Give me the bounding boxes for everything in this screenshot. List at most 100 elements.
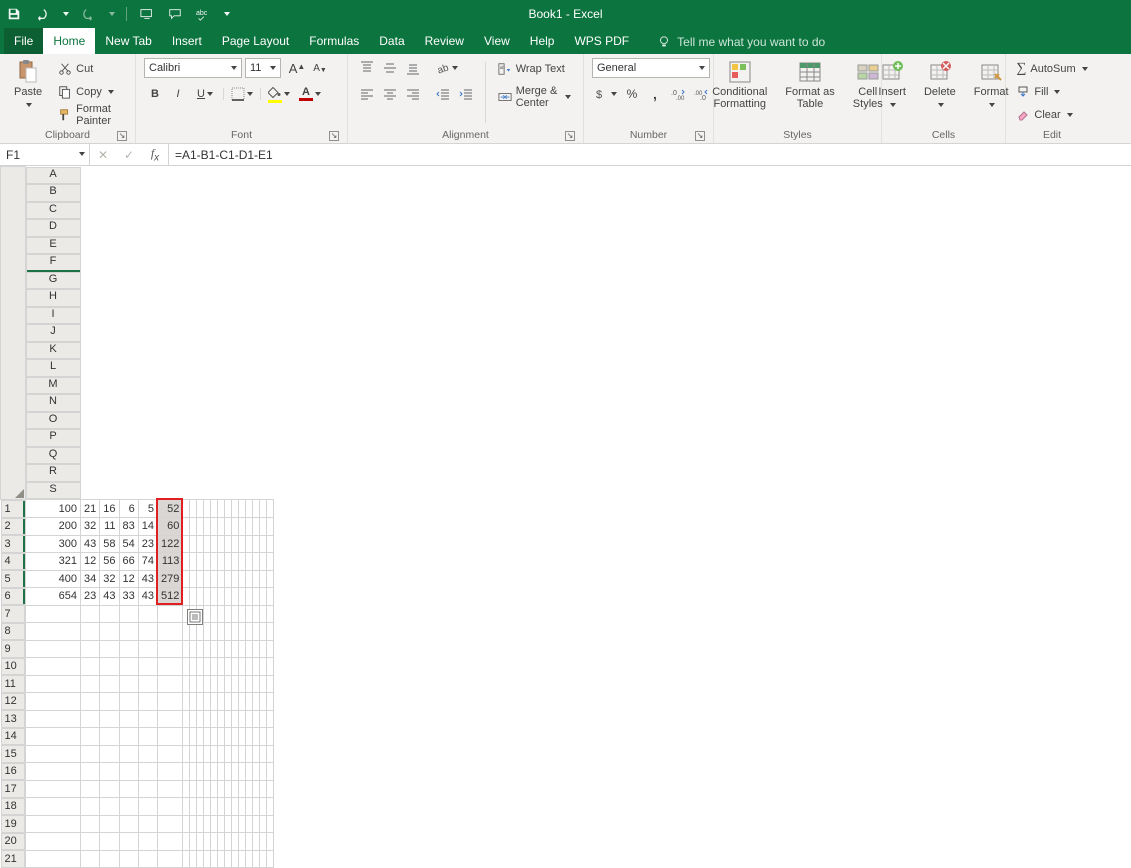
tab-review[interactable]: Review: [415, 28, 474, 54]
align-bottom-button[interactable]: [402, 58, 424, 78]
column-header-E[interactable]: E: [26, 237, 81, 255]
cell-P16[interactable]: [246, 763, 253, 781]
cell-L6[interactable]: [218, 588, 225, 606]
cell-H2[interactable]: [190, 518, 197, 536]
cell-R17[interactable]: [260, 780, 267, 798]
cell-B3[interactable]: 43: [81, 535, 100, 553]
cell-G17[interactable]: [183, 780, 190, 798]
cell-B5[interactable]: 34: [81, 570, 100, 588]
cell-E21[interactable]: [138, 850, 157, 868]
cell-F19[interactable]: [158, 815, 183, 833]
cell-J1[interactable]: [204, 500, 211, 518]
cell-A5[interactable]: 400: [25, 570, 81, 588]
cell-R1[interactable]: [260, 500, 267, 518]
cell-Q1[interactable]: [253, 500, 260, 518]
cell-R11[interactable]: [260, 675, 267, 693]
cell-K18[interactable]: [211, 798, 218, 816]
cell-D6[interactable]: 33: [119, 588, 138, 606]
cell-L13[interactable]: [218, 710, 225, 728]
tab-view[interactable]: View: [474, 28, 520, 54]
cell-N12[interactable]: [232, 693, 239, 711]
cell-O12[interactable]: [239, 693, 246, 711]
cell-D9[interactable]: [119, 640, 138, 658]
column-header-B[interactable]: B: [26, 184, 81, 202]
conditional-formatting-button[interactable]: Conditional Formatting: [706, 58, 773, 112]
cell-A17[interactable]: [25, 780, 81, 798]
cell-H14[interactable]: [190, 728, 197, 746]
wrap-text-button[interactable]: ab Wrap Text: [494, 58, 575, 80]
cell-M12[interactable]: [225, 693, 232, 711]
accounting-format-button[interactable]: $: [592, 84, 620, 104]
cell-I4[interactable]: [197, 553, 204, 571]
cell-C7[interactable]: [100, 605, 119, 623]
cell-B6[interactable]: 23: [81, 588, 100, 606]
cell-I5[interactable]: [197, 570, 204, 588]
cell-P15[interactable]: [246, 745, 253, 763]
cell-L19[interactable]: [218, 815, 225, 833]
cell-E18[interactable]: [138, 798, 157, 816]
cell-G11[interactable]: [183, 675, 190, 693]
cell-H20[interactable]: [190, 833, 197, 851]
cell-S12[interactable]: [267, 693, 274, 711]
cell-C1[interactable]: 16: [100, 500, 119, 518]
cell-K19[interactable]: [211, 815, 218, 833]
tab-page-layout[interactable]: Page Layout: [212, 28, 299, 54]
cell-P13[interactable]: [246, 710, 253, 728]
cell-I6[interactable]: [197, 588, 204, 606]
cell-G9[interactable]: [183, 640, 190, 658]
cell-G8[interactable]: [183, 623, 190, 641]
qat-chat-icon[interactable]: [167, 6, 183, 22]
row-header-5[interactable]: 5: [1, 570, 25, 588]
cell-F17[interactable]: [158, 780, 183, 798]
cell-Q14[interactable]: [253, 728, 260, 746]
cell-L10[interactable]: [218, 658, 225, 676]
cell-S19[interactable]: [267, 815, 274, 833]
cell-D14[interactable]: [119, 728, 138, 746]
cell-F2[interactable]: 60: [158, 518, 183, 536]
cell-N20[interactable]: [232, 833, 239, 851]
cell-A15[interactable]: [25, 745, 81, 763]
increase-font-button[interactable]: A▲: [286, 58, 308, 78]
cell-L9[interactable]: [218, 640, 225, 658]
cell-Q18[interactable]: [253, 798, 260, 816]
cell-Q5[interactable]: [253, 570, 260, 588]
cell-J14[interactable]: [204, 728, 211, 746]
cell-P12[interactable]: [246, 693, 253, 711]
autosum-button[interactable]: ∑ AutoSum: [1012, 58, 1091, 80]
cell-R16[interactable]: [260, 763, 267, 781]
cell-A21[interactable]: [25, 850, 81, 868]
tab-formulas[interactable]: Formulas: [299, 28, 369, 54]
cell-F9[interactable]: [158, 640, 183, 658]
merge-center-button[interactable]: Merge & Center: [494, 86, 575, 108]
cell-Q13[interactable]: [253, 710, 260, 728]
cell-K5[interactable]: [211, 570, 218, 588]
cell-C11[interactable]: [100, 675, 119, 693]
cell-P1[interactable]: [246, 500, 253, 518]
cell-N8[interactable]: [232, 623, 239, 641]
format-as-table-button[interactable]: Format as Table: [779, 58, 841, 112]
cell-L14[interactable]: [218, 728, 225, 746]
cell-H21[interactable]: [190, 850, 197, 868]
fill-button[interactable]: Fill: [1012, 81, 1091, 103]
cell-O14[interactable]: [239, 728, 246, 746]
cell-F21[interactable]: [158, 850, 183, 868]
cell-J9[interactable]: [204, 640, 211, 658]
clear-button[interactable]: Clear: [1012, 104, 1091, 126]
enter-formula-button[interactable]: ✓: [116, 148, 142, 162]
cell-N14[interactable]: [232, 728, 239, 746]
cell-F20[interactable]: [158, 833, 183, 851]
column-header-F[interactable]: F: [26, 254, 81, 272]
cell-R12[interactable]: [260, 693, 267, 711]
cell-C21[interactable]: [100, 850, 119, 868]
cell-K2[interactable]: [211, 518, 218, 536]
cell-L11[interactable]: [218, 675, 225, 693]
cell-S10[interactable]: [267, 658, 274, 676]
cell-Q19[interactable]: [253, 815, 260, 833]
cell-S8[interactable]: [267, 623, 274, 641]
cell-C16[interactable]: [100, 763, 119, 781]
autofill-options-icon[interactable]: [187, 609, 203, 625]
row-header-9[interactable]: 9: [1, 640, 25, 658]
alignment-dialog-launcher[interactable]: ↘: [565, 131, 575, 141]
cancel-formula-button[interactable]: ✕: [90, 148, 116, 162]
column-header-O[interactable]: O: [26, 412, 81, 430]
